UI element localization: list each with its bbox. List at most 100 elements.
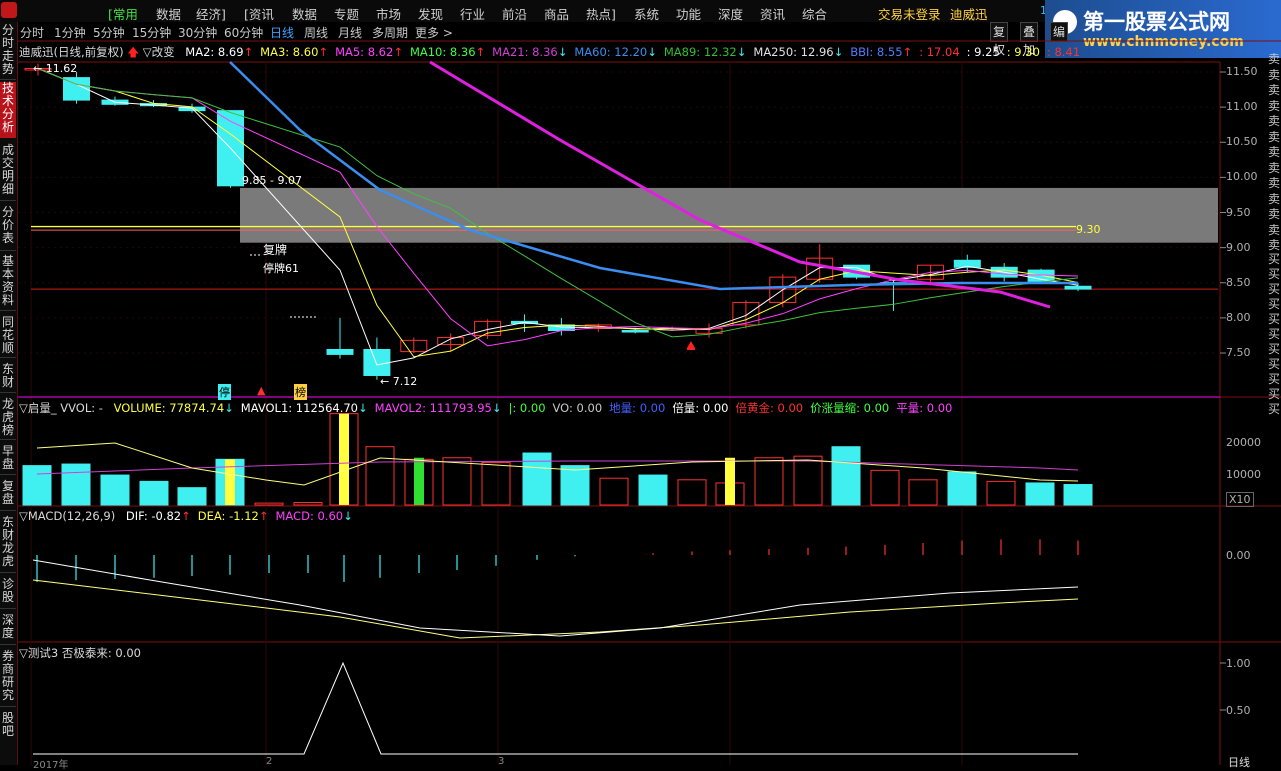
volume-bar [754, 457, 784, 506]
sell-signal-label: 卖 [1268, 114, 1281, 128]
level-label: 9.30 [1076, 223, 1101, 236]
ma-value-2: MA5: 8.62 [335, 45, 394, 59]
halt-label: 停牌61 [263, 262, 299, 275]
price-axis-label: 10.00 [1226, 170, 1258, 184]
volume-bar [560, 465, 590, 506]
volume-bar [293, 501, 323, 506]
dif-line [32, 559, 1079, 637]
macd-axis-label: 0.00 [1226, 549, 1251, 562]
date-label: 3 [498, 756, 505, 767]
volume-bar [793, 455, 823, 506]
sell-signal-label: 卖 [1268, 207, 1281, 221]
price-axis-label: 11.00 [1226, 100, 1258, 114]
ma-value-4: MA21: 8.36 [492, 45, 558, 59]
volume-value-0: VOLUME: 77874.74 [113, 401, 225, 415]
candle-body [326, 348, 354, 355]
volume-value-4: VO: 0.00 [552, 401, 603, 415]
volume-bar [1025, 482, 1055, 506]
volume-bar [986, 480, 1016, 506]
sell-signal-label: 卖 [1268, 83, 1281, 97]
buy-arrow-icon [687, 348, 695, 350]
volume-value-1: MAVOL1: 112564.70 [240, 401, 358, 415]
ma-value-arrow-icon: ↑ [243, 45, 254, 59]
volume-bar [365, 446, 395, 506]
candle-body [1064, 285, 1092, 290]
volume-value-7: 倍黄金: 0.00 [735, 401, 804, 415]
ma-value-5: MA60: 12.20 [574, 45, 648, 59]
low-price-value: 7.12 [392, 375, 418, 388]
test-value: 否极泰来: 0.00 [61, 646, 141, 660]
dea-line [32, 579, 1079, 639]
volume-bar [870, 469, 900, 506]
ma-value-arrow-icon: ↑ [902, 45, 913, 59]
sell-signal-label: 卖 [1268, 98, 1281, 113]
volume-title: ▽启量_ VVOL: - [19, 401, 103, 415]
price-axis-label: 8.00 [1226, 310, 1251, 324]
sell-signal-label: 卖 [1268, 176, 1281, 190]
ma-value-arrow-icon: ↑ [318, 45, 329, 59]
buy-signal-label: 买 [1268, 402, 1281, 416]
price-axis-label: 9.00 [1226, 240, 1251, 254]
high-price-value: 11.62 [45, 62, 78, 75]
volume-bar [947, 471, 977, 506]
sell-signal-label: 卖 [1268, 160, 1281, 175]
macd-title: ▽MACD(12,26,9) [19, 509, 116, 523]
gap-zone [240, 187, 1218, 243]
ma-value-arrow-icon: ↓ [647, 45, 657, 59]
volume-bar [1063, 484, 1093, 506]
highlight-volume-bar [339, 413, 349, 505]
volume-bar [100, 474, 130, 506]
price-axis-label: 7.50 [1226, 346, 1251, 359]
volume-bar [677, 479, 707, 506]
macd-value-arrow-icon: ↓ [343, 509, 353, 523]
volume-value-arrow-icon: ↓ [491, 401, 502, 415]
volume-bar [908, 479, 938, 506]
macd-header: ▽MACD(12,26,9) DIF: -0.82↑ DEA: -1.12↑ MAC… [19, 509, 353, 523]
low-price-label: ← 7.12 [380, 375, 418, 388]
ma-value-arrow-icon: ↑ [475, 45, 486, 59]
ma-value-arrow-icon: ↓ [557, 45, 568, 59]
stock-chart[interactable] [0, 0, 1281, 765]
sell-signal-label: 卖 [1268, 52, 1281, 66]
volume-value-arrow-icon: ↓ [224, 401, 234, 415]
gap-range-label: 9.85 - 9.07 [242, 174, 302, 187]
caret-marker-icon: ▲ [257, 384, 266, 397]
sell-signal-label: 卖 [1268, 222, 1281, 237]
volume-unit: X10 [1226, 492, 1254, 507]
volume-value-6: 倍量: 0.00 [672, 401, 729, 415]
ma-value-10: : 9.25 [966, 45, 1000, 59]
test-axis-label: 1.00 [1226, 657, 1251, 670]
volume-bar [61, 463, 91, 506]
macd-value-arrow-icon: ↑ [258, 509, 269, 523]
ma-value-arrow-icon: ↓ [833, 45, 844, 59]
price-axis-label: 11.50 [1226, 65, 1258, 78]
volume-axis-label: 10000 [1226, 468, 1261, 481]
volume-bar [481, 461, 511, 506]
volume-header: ▽启量_ VVOL: - VOLUME: 77874.74↓ MAVOL1: 11… [19, 400, 952, 416]
volume-bar [254, 502, 284, 506]
ma-values: MA2: 8.69↑ MA3: 8.60↑ MA5: 8.62↑ MA10: 8.36… [178, 45, 1080, 59]
volume-bar [177, 487, 207, 506]
macd-value-arrow-icon: ↑ [181, 509, 191, 523]
longhu-marker: 榜 [294, 384, 307, 400]
sell-signal-label: 卖 [1268, 129, 1281, 144]
ma-value-arrow-icon: ↓ [736, 45, 747, 59]
buy-arrow-icon [687, 341, 695, 348]
volume-bar [599, 477, 629, 506]
ma-value-0: MA2: 8.69 [185, 45, 244, 59]
up-arrow-icon: 🡅 [127, 45, 140, 59]
ma-value-3: MA10: 8.36 [409, 45, 476, 59]
resume-label: 复牌 [263, 243, 288, 257]
ma-value-6: MA89: 12.32 [663, 45, 737, 59]
price-axis-label: 9.50 [1226, 205, 1251, 219]
test-axis-label: 0.50 [1226, 704, 1251, 717]
volume-bar [442, 457, 472, 506]
change-button[interactable]: ▽改变 [143, 45, 175, 59]
highlight-volume-bar [414, 457, 424, 505]
volume-bar [638, 474, 668, 506]
macd-value-2: MACD: 0.60 [275, 509, 344, 523]
bottom-period-tab[interactable]: 日线 [1228, 754, 1250, 770]
ma60-line [229, 61, 1078, 291]
macd-value-0: DIF: -0.82 [125, 509, 182, 523]
test-header: ▽测试3 否极泰来: 0.00 [19, 645, 141, 661]
